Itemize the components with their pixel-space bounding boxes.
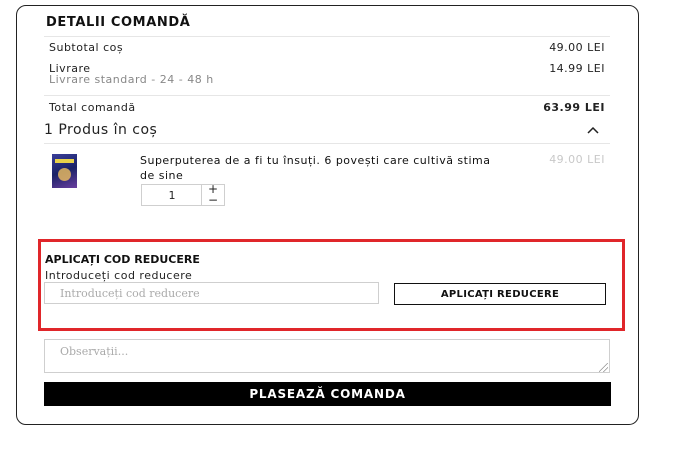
divider bbox=[44, 36, 610, 37]
product-title[interactable]: Superputerea de a fi tu însuți. 6 poveșt… bbox=[140, 153, 500, 183]
shipping-value: 14.99 LEI bbox=[549, 62, 605, 75]
apply-discount-button[interactable]: APLICAȚI REDUCERE bbox=[394, 283, 606, 305]
subtotal-value: 49.00 LEI bbox=[549, 41, 605, 54]
divider bbox=[44, 95, 610, 96]
subtotal-label: Subtotal coș bbox=[49, 41, 124, 54]
order-notes-input[interactable] bbox=[44, 339, 610, 373]
shipping-method: Livrare standard - 24 - 48 h bbox=[49, 73, 214, 86]
quantity-buttons: + − bbox=[201, 182, 224, 207]
order-details-title: DETALII COMANDĂ bbox=[46, 15, 191, 30]
discount-title: APLICAȚI COD REDUCERE bbox=[45, 253, 200, 266]
quantity-increase-button[interactable]: + bbox=[202, 182, 224, 196]
cart-toggle[interactable]: 1 Produs în coș bbox=[44, 122, 610, 142]
quantity-decrease-button[interactable]: − bbox=[202, 193, 224, 207]
place-order-button[interactable]: PLASEAZĂ COMANDA bbox=[44, 382, 611, 406]
quantity-value[interactable]: 1 bbox=[142, 189, 202, 202]
product-cover-image[interactable] bbox=[52, 154, 77, 188]
quantity-stepper: 1 + − bbox=[141, 182, 225, 207]
total-value: 63.99 LEI bbox=[543, 101, 605, 114]
chevron-up-icon bbox=[586, 124, 600, 139]
cart-count-label: 1 Produs în coș bbox=[44, 122, 158, 138]
product-price: 49.00 LEI bbox=[549, 153, 605, 166]
discount-field-label: Introduceți cod reducere bbox=[45, 269, 193, 282]
total-label: Total comandă bbox=[49, 101, 136, 114]
discount-code-input[interactable] bbox=[44, 282, 379, 304]
divider bbox=[44, 143, 610, 144]
resize-grip-icon[interactable] bbox=[599, 363, 608, 372]
